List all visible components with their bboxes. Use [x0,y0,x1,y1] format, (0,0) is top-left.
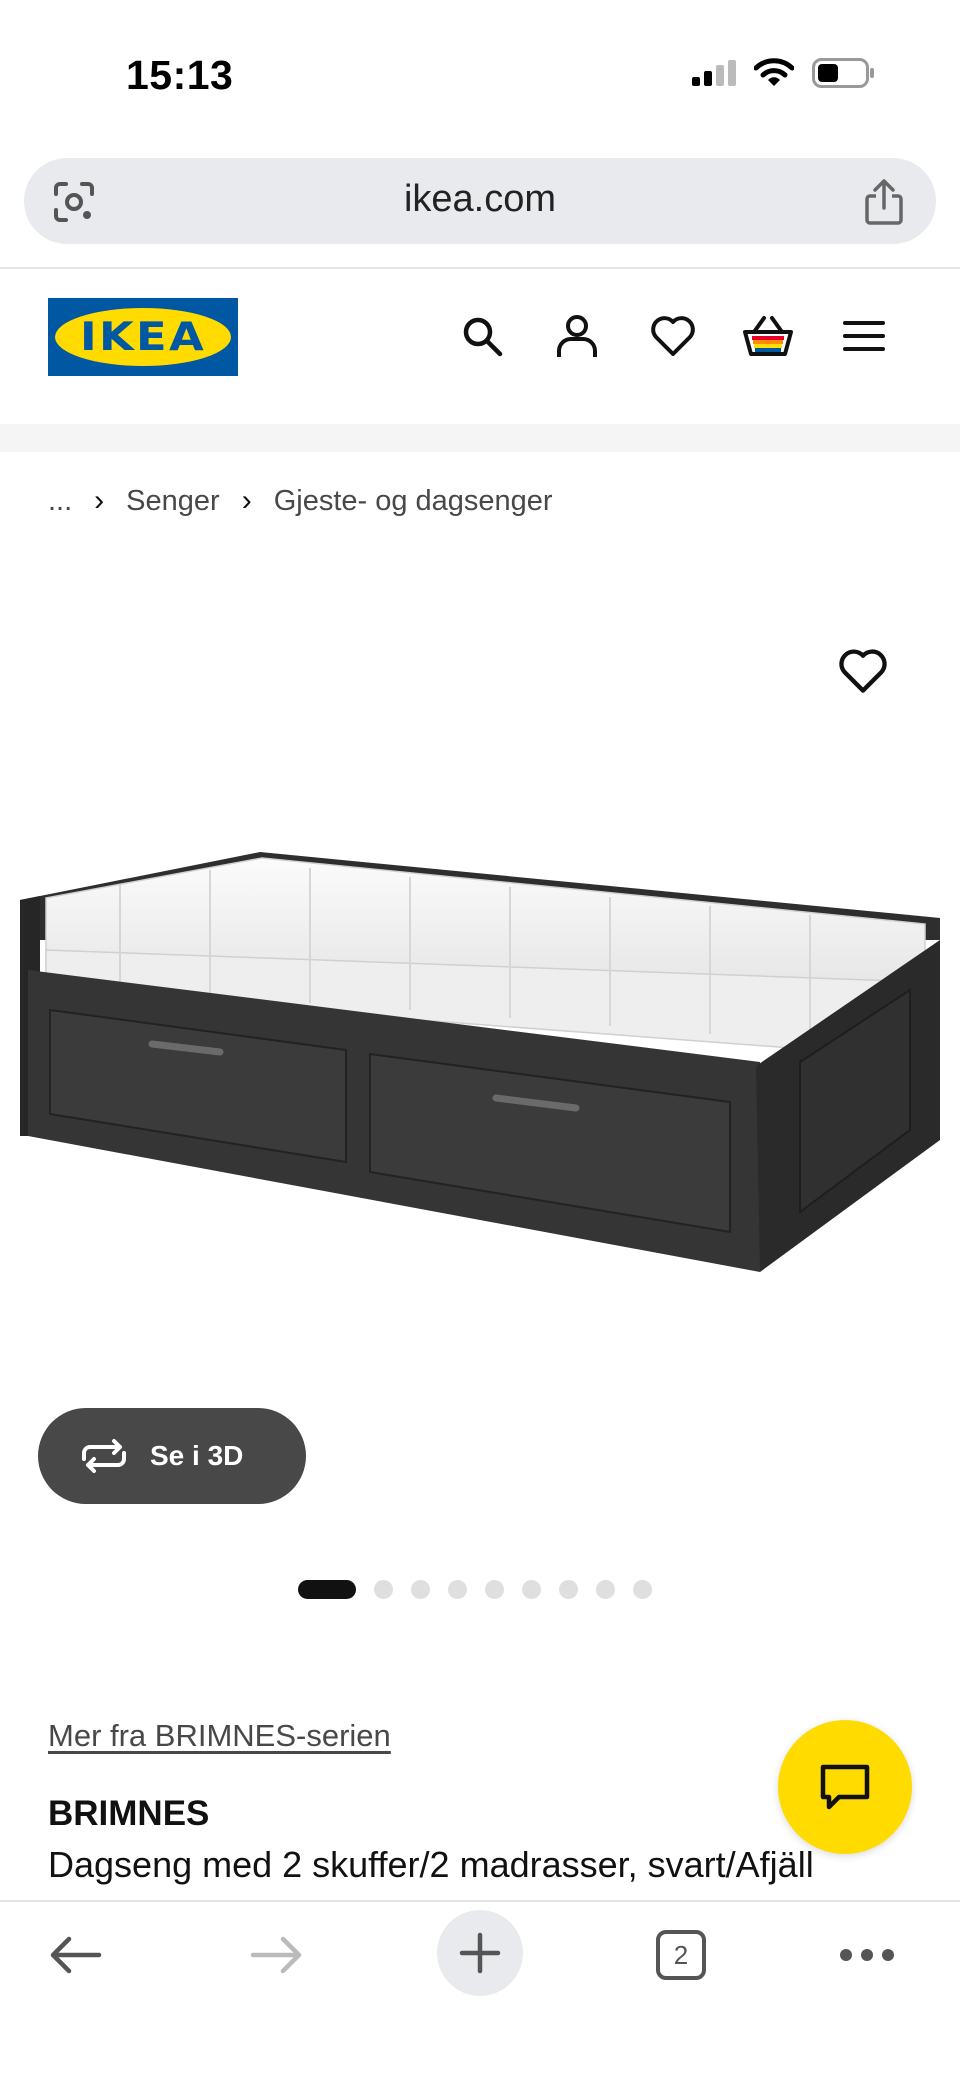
cart-button[interactable] [740,308,796,364]
pagination-dot[interactable] [411,1580,430,1599]
plus-icon [459,1932,501,1974]
search-button[interactable] [454,308,510,364]
more-dots-icon [840,1949,894,1961]
chevron-right-icon: › [241,484,252,517]
header-divider [0,424,960,452]
status-time: 15:13 [126,52,234,98]
address-bar[interactable]: ikea.com [24,158,936,244]
logo-text: IKEA [80,315,206,360]
forward-button[interactable] [232,1910,322,2000]
chat-button[interactable] [778,1720,912,1854]
wishlist-button[interactable] [645,308,701,364]
pagination-dot[interactable] [596,1580,615,1599]
hamburger-menu-icon [843,321,885,351]
pagination-dot[interactable] [522,1580,541,1599]
new-tab-button[interactable] [437,1910,523,1996]
rotate-3d-icon [82,1439,126,1473]
wifi-icon [754,58,794,86]
google-lens-icon[interactable] [52,180,96,224]
view-in-3d-label: Se i 3D [150,1440,244,1471]
product-description: Dagseng med 2 skuffer/2 madrasser, svart… [48,1844,814,1885]
pagination-dot[interactable] [374,1580,393,1599]
shopping-basket-icon [743,316,793,356]
pagination-dot[interactable] [633,1580,652,1599]
product-image[interactable] [10,840,950,1280]
status-icons [692,58,876,88]
tab-count: 2 [656,1930,706,1980]
arrow-right-icon [250,1936,302,1974]
account-button[interactable] [549,308,605,364]
pagination-dot[interactable] [448,1580,467,1599]
divider [0,267,960,269]
arrow-left-icon [50,1936,102,1974]
breadcrumb-item-senger[interactable]: Senger [126,485,220,518]
menu-button[interactable] [836,308,892,364]
url-text[interactable]: ikea.com [24,178,936,221]
back-button[interactable] [30,1910,120,2000]
view-in-3d-button[interactable]: Se i 3D [38,1408,306,1504]
ikea-logo[interactable]: IKEA [48,298,238,376]
breadcrumb-item-gjeste-og-dagsenger[interactable]: Gjeste- og dagsenger [274,485,553,518]
breadcrumb: ... › Senger › Gjeste- og dagsenger [48,484,553,518]
share-icon[interactable] [862,178,906,226]
battery-icon [812,58,874,88]
add-to-wishlist-heart-icon[interactable] [838,648,888,694]
user-icon [557,315,597,357]
pagination-dot[interactable] [559,1580,578,1599]
pagination-dot[interactable] [485,1580,504,1599]
heart-icon [651,316,695,356]
chevron-right-icon: › [94,484,105,517]
image-pagination[interactable] [298,1580,652,1599]
tabs-button[interactable]: 2 [636,1910,726,2000]
search-icon [463,317,503,357]
chat-bubble-icon [820,1764,870,1810]
breadcrumb-ellipsis[interactable]: ... [48,485,72,518]
series-link[interactable]: Mer fra BRIMNES-serien [48,1718,391,1754]
pagination-dot-active[interactable] [298,1580,356,1599]
more-options-button[interactable] [822,1910,912,2000]
cellular-signal-icon [692,60,736,86]
product-name: BRIMNES [48,1794,210,1833]
